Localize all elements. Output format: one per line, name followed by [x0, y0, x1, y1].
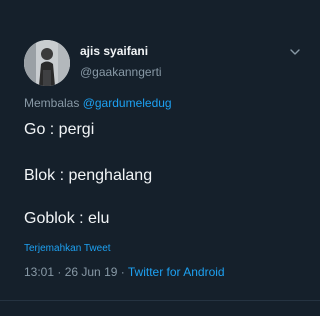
- tweet-time: 13:01: [24, 265, 55, 279]
- chevron-down-icon[interactable]: [290, 48, 300, 56]
- tweet-source-link[interactable]: Twitter for Android: [128, 265, 225, 279]
- tweet-text-line: Go : pergi: [24, 121, 95, 138]
- display-name[interactable]: ajis syaifani: [80, 44, 148, 58]
- avatar-image: [24, 40, 70, 86]
- divider: [0, 300, 320, 301]
- translate-tweet-link[interactable]: Terjemahkan Tweet: [24, 243, 111, 254]
- user-handle[interactable]: @gaakanngerti: [80, 65, 162, 79]
- meta-separator: ·: [117, 265, 128, 279]
- meta-separator: ·: [54, 265, 65, 279]
- reply-mention-link[interactable]: @gardumeledug: [83, 96, 172, 110]
- tweet-text-line: Goblok : elu: [24, 210, 110, 227]
- tweet-card: ajis syaifani @gaakanngerti Membalas @ga…: [0, 0, 320, 316]
- tweet-text-line: Blok : penghalang: [24, 167, 153, 184]
- reply-prefix: Membalas: [24, 96, 80, 110]
- reply-context: Membalas @gardumeledug: [24, 96, 172, 110]
- tweet-date: 26 Jun 19: [64, 265, 118, 279]
- avatar[interactable]: [24, 40, 70, 86]
- tweet-metadata: 13:01 · 26 Jun 19 · Twitter for Android: [24, 265, 225, 279]
